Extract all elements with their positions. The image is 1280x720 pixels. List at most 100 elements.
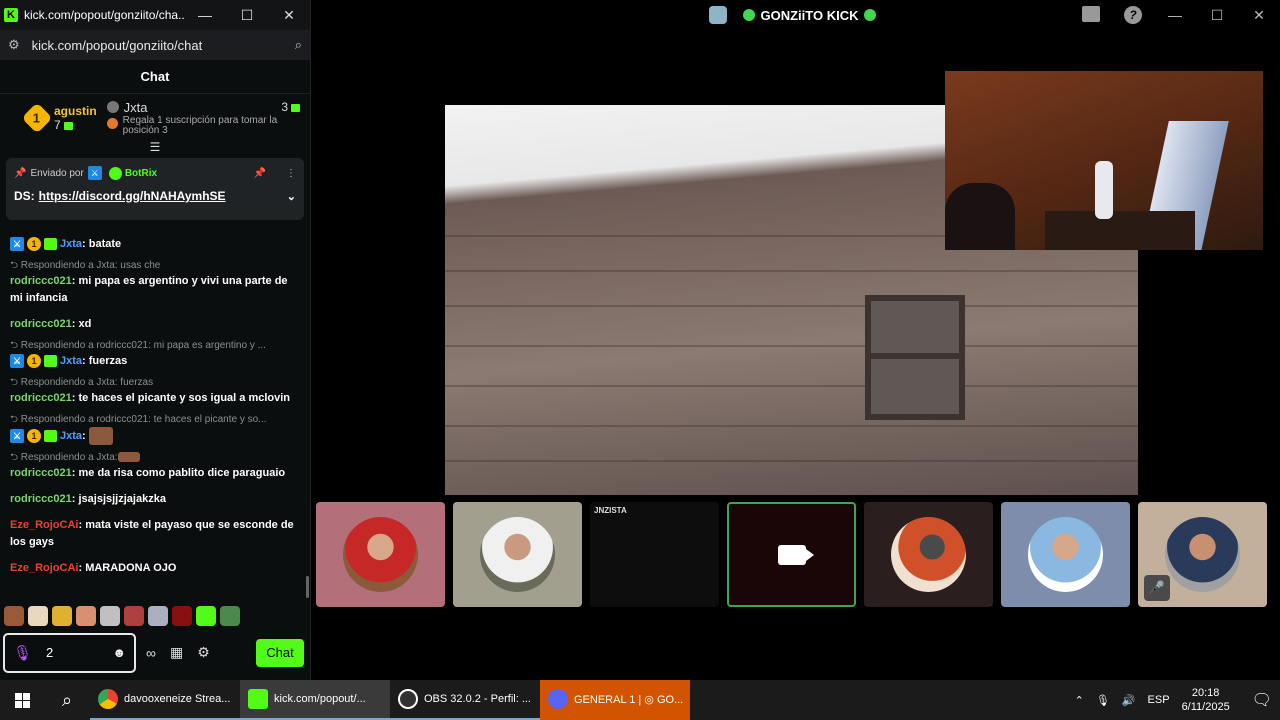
participant-tile[interactable] [316, 502, 445, 607]
zoom-icon[interactable]: ⌕ [295, 37, 302, 53]
microphone-icon[interactable]: 🎙 [13, 644, 32, 662]
discord-window: GONZiiTO KICK ? — ☐ ✕ JNZISTA 🎤 [311, 0, 1280, 680]
chat-username[interactable]: rodriccc021 [10, 392, 72, 404]
green-circle-icon [742, 9, 755, 21]
kick-icon [248, 689, 268, 709]
emote-icon[interactable] [172, 606, 192, 626]
minimize-button[interactable]: — [1154, 7, 1196, 23]
participant-tile[interactable]: 🎤 [1138, 502, 1267, 607]
chat-scrollbar[interactable] [306, 576, 309, 598]
chat-username[interactable]: Eze_RojoCAi [10, 519, 78, 531]
emote-icon [88, 427, 113, 445]
reply-icon: ⮌ [10, 414, 21, 425]
emote-icon[interactable] [124, 606, 144, 626]
chat-username[interactable]: rodriccc021 [10, 275, 72, 287]
chat-input[interactable] [46, 645, 107, 660]
participant-name: JNZISTA [594, 506, 627, 515]
reply-context[interactable]: ⮌ Respondiendo a Jxta: [10, 451, 296, 465]
emote-icon[interactable] [196, 606, 216, 626]
rank-2-icon [106, 101, 119, 113]
avatar [480, 517, 555, 592]
search-icon[interactable]: ⌕ [44, 690, 90, 711]
reply-icon: ⮌ [10, 452, 21, 463]
participant-tile[interactable] [1001, 502, 1130, 607]
chat-text: : jsajsjsjjzjajakzka [71, 493, 166, 505]
reply-text: Respondiendo a Jxta: fuerzas [20, 377, 154, 388]
taskbar-app-label: kick.com/popout/... [274, 693, 366, 705]
camera-icon [777, 544, 814, 565]
minimize-button[interactable]: — [184, 0, 226, 30]
chat-username[interactable]: rodriccc021 [10, 467, 72, 479]
clock-time: 20:18 [1191, 687, 1220, 699]
maximize-button[interactable]: ☐ [1196, 7, 1238, 24]
discord-icon [548, 689, 568, 709]
unpin-icon[interactable]: 📌 [254, 168, 266, 179]
gear-icon[interactable]: ⚙ [197, 644, 210, 661]
chat-username[interactable]: Jxta [60, 430, 82, 442]
taskbar-app-chrome[interactable]: davooxeneize Strea... [90, 680, 240, 720]
reply-context[interactable]: ⮌ Respondiendo a rodriccc021: te haces e… [10, 413, 296, 427]
maximize-button[interactable]: ☐ [226, 0, 268, 30]
reply-context[interactable]: ⮌ Respondiendo a rodriccc021: mi papa es… [10, 339, 296, 353]
chat-username[interactable]: rodriccc021 [10, 318, 72, 330]
windows-taskbar: ⌕ davooxeneize Strea... kick.com/popout/… [0, 680, 1280, 720]
help-icon[interactable]: ? [1112, 6, 1154, 24]
participant-tiles: JNZISTA 🎤 [316, 502, 1267, 607]
pin-icon: 📌 [14, 167, 27, 179]
taskbar-app-kick[interactable]: kick.com/popout/... [240, 680, 390, 720]
chat-text: : MARADONA OJO [78, 562, 177, 574]
participant-tile[interactable] [453, 502, 582, 607]
close-button[interactable]: ✕ [1238, 7, 1280, 24]
site-settings-icon[interactable]: ⚙ [8, 37, 20, 53]
clock[interactable]: 20:18 6/11/2025 [1182, 686, 1230, 714]
url-bar[interactable]: ⚙ kick.com/popout/gonziito/chat ⌕ [0, 30, 310, 60]
leaderboard-hint: Regala 1 suscripción para tomar la posic… [122, 114, 278, 136]
emote-icon[interactable] [52, 606, 72, 626]
reply-context[interactable]: ⮌ Respondiendo a Jxta: fuerzas [10, 376, 296, 390]
reply-context[interactable]: ⮌ Respondiendo a Jxta: usas che [10, 259, 296, 273]
emoji-picker-icon[interactable]: ☻ [112, 645, 126, 660]
participant-tile[interactable] [864, 502, 993, 607]
send-chat-button[interactable]: Chat [256, 638, 304, 667]
collapse-icon[interactable]: ☰ [0, 141, 310, 154]
chevron-down-icon[interactable]: ⌄ [287, 190, 296, 203]
webcam-overlay[interactable] [945, 71, 1263, 250]
more-options-icon[interactable]: ⋮ [286, 168, 296, 179]
store-icon[interactable]: ▦ [170, 644, 183, 661]
discord-titlebar: GONZiiTO KICK ? — ☐ ✕ [311, 0, 1280, 30]
notifications-icon[interactable]: 🗨 [1252, 690, 1272, 710]
participant-tile-speaking[interactable] [727, 502, 856, 607]
emote-icon[interactable] [28, 606, 48, 626]
points-icon[interactable]: ∞ [146, 645, 156, 661]
close-button[interactable]: ✕ [268, 0, 310, 30]
volume-icon[interactable]: 🔊 [1122, 694, 1136, 707]
emote-icon[interactable] [100, 606, 120, 626]
emote-icon[interactable] [220, 606, 240, 626]
chat-text: : xd [71, 318, 92, 330]
emote-icon[interactable] [76, 606, 96, 626]
inbox-icon[interactable] [1070, 5, 1112, 25]
chevron-up-icon[interactable]: ⌃ [1075, 694, 1084, 707]
discord-link[interactable]: https://discord.gg/hNAHAymhSE [39, 189, 226, 203]
language-indicator[interactable]: ESP [1148, 694, 1170, 706]
taskbar-app-obs[interactable]: OBS 32.0.2 - Perfil: ... [390, 680, 540, 720]
chat-username[interactable]: rodriccc021 [10, 493, 72, 505]
chat-input-box[interactable]: 🎙 ☻ [3, 632, 136, 673]
leader-1-name: agustin [54, 104, 97, 118]
reply-icon: ⮌ [10, 340, 21, 351]
url-text[interactable]: kick.com/popout/gonziito/chat [32, 38, 295, 53]
microphone-icon[interactable]: 🎙 [1096, 694, 1110, 707]
participant-tile[interactable]: JNZISTA [590, 502, 719, 607]
chat-username[interactable]: Eze_RojoCAi [10, 562, 78, 574]
start-button[interactable] [0, 680, 44, 720]
taskbar-app-discord[interactable]: GENERAL 1 | ◎ GO... [540, 680, 690, 720]
chat-username[interactable]: Jxta [60, 238, 82, 250]
chat-username[interactable]: Jxta [60, 355, 82, 367]
emote-icon[interactable] [148, 606, 168, 626]
emote-icon[interactable] [4, 606, 24, 626]
leader-2-name: Jxta [123, 99, 148, 115]
clock-date: 6/11/2025 [1181, 701, 1230, 713]
chat-titlebar: K kick.com/popout/gonziito/cha... — ☐ ✕ [0, 0, 310, 30]
subscriber-badge-icon [44, 430, 57, 442]
avatar [343, 517, 418, 592]
